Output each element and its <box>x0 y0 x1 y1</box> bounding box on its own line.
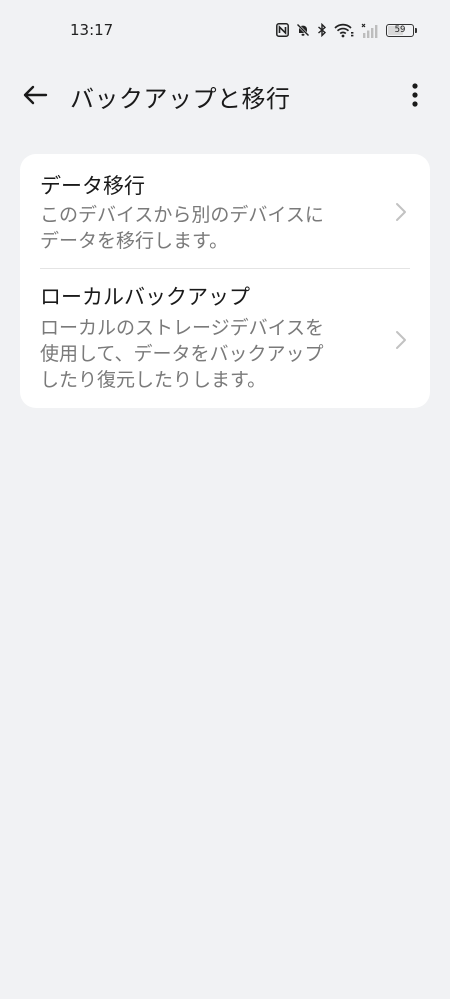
more-options-button[interactable] <box>400 78 430 112</box>
item-description: ローカルのストレージデバイスを 使用して、データをバックアップ したり復元したり… <box>40 317 325 391</box>
chevron-right-icon <box>396 203 406 221</box>
signal-icon <box>361 23 379 38</box>
back-button[interactable] <box>14 75 56 115</box>
arrow-left-icon <box>23 85 48 105</box>
item-title: データ移行 <box>40 174 145 198</box>
item-description: このデバイスから別のデバイスに データを移行します。 <box>40 204 324 252</box>
battery-icon: 59 <box>386 23 417 37</box>
settings-card: データ移行 このデバイスから別のデバイスに データを移行します。 ローカルバック… <box>20 154 430 408</box>
bluetooth-icon <box>317 23 327 37</box>
chevron-right-icon <box>396 331 406 349</box>
status-time: 13:17 <box>70 21 114 39</box>
battery-level: 59 <box>394 24 406 35</box>
list-item-data-migration[interactable]: データ移行 このデバイスから別のデバイスに データを移行します。 <box>20 154 430 268</box>
nfc-icon <box>276 23 289 37</box>
page-title: バックアップと移行 <box>70 85 291 113</box>
item-title: ローカルバックアップ <box>40 285 250 309</box>
mute-icon <box>296 23 310 37</box>
list-item-local-backup[interactable]: ローカルバックアップ ローカルのストレージデバイスを 使用して、データをバックア… <box>20 268 430 408</box>
wifi-icon <box>334 23 354 38</box>
app-header: バックアップと移行 <box>0 70 450 120</box>
status-bar: 13:17 59 <box>0 0 450 60</box>
more-vertical-icon <box>412 83 418 107</box>
status-icons: 59 <box>276 21 417 39</box>
